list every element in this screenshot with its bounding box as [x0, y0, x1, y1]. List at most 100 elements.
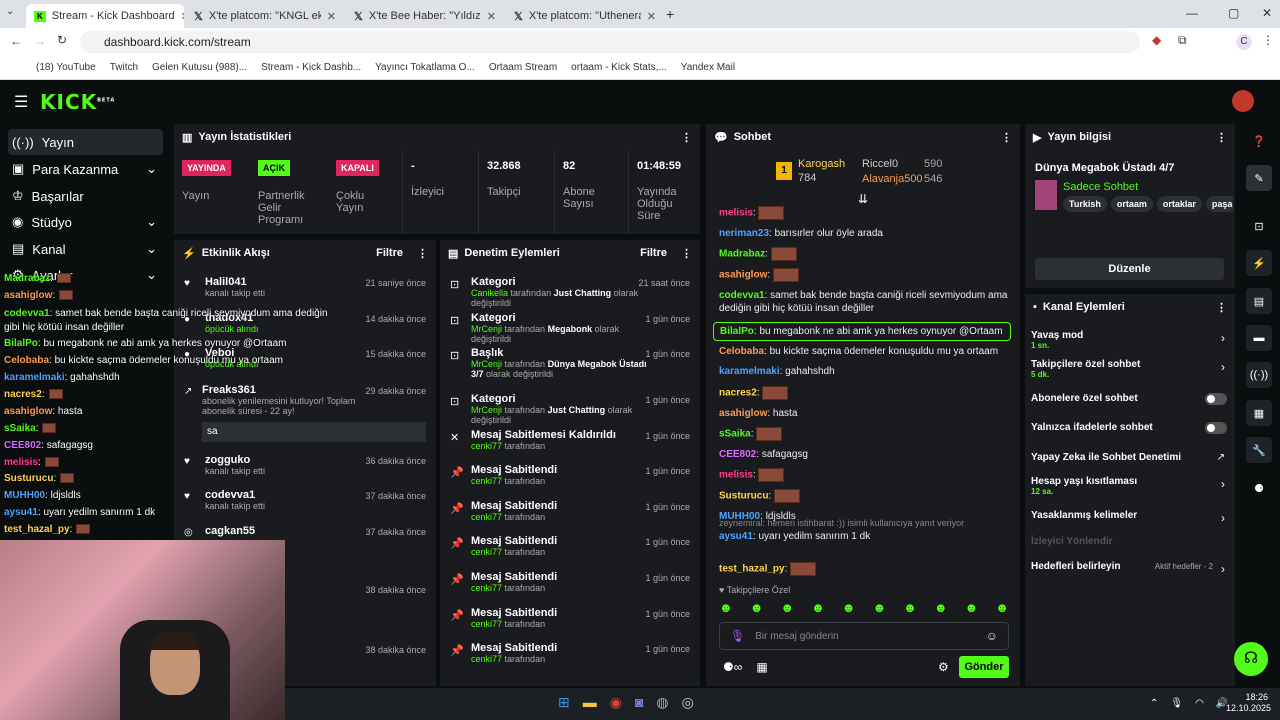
- emote-icon[interactable]: ☻: [903, 600, 917, 615]
- sidebar-item-yayin[interactable]: ((·)) Yayın: [8, 129, 163, 155]
- more-icon[interactable]: ⋮: [1216, 301, 1227, 314]
- tag[interactable]: ortaam: [1110, 196, 1153, 212]
- moderator-name[interactable]: Canikella: [471, 288, 508, 298]
- moderator-name[interactable]: cenki77: [471, 512, 502, 522]
- sidebar-item-kanal[interactable]: ▤ Kanal ⌄: [8, 236, 163, 262]
- filter-button[interactable]: Filtre: [640, 247, 667, 259]
- emote-icon[interactable]: ☻: [719, 600, 733, 615]
- chat-username[interactable]: test_hazal_py: [719, 564, 785, 575]
- clock[interactable]: 18:26 12.10.2025: [1226, 692, 1271, 714]
- tag[interactable]: Turkish: [1063, 196, 1107, 212]
- chat-username[interactable]: Madrabaz: [719, 249, 765, 260]
- store-icon[interactable]: ▦: [756, 660, 767, 674]
- chat-settings-icon[interactable]: ⚙: [938, 660, 949, 674]
- tab-search-button[interactable]: ⌄: [6, 6, 22, 22]
- close-icon[interactable]: ✕: [647, 10, 656, 23]
- bookmark-3[interactable]: Stream - Kick Dashb...: [261, 62, 361, 73]
- chat-username[interactable]: asahiglow: [719, 408, 767, 419]
- sidebar-item-basarilar[interactable]: ♔ Başarılar: [8, 183, 163, 209]
- chat-username[interactable]: Celobaba: [719, 346, 764, 357]
- moderator-name[interactable]: cenki77: [471, 654, 502, 664]
- minimize-button[interactable]: —: [1186, 6, 1198, 20]
- chevron-up-icon[interactable]: ⌃: [1150, 698, 1158, 709]
- channel-action-item[interactable]: Hesap yaşı kısıtlaması 12 sa. ›: [1031, 476, 1227, 498]
- chat-username[interactable]: Susturucu: [719, 491, 768, 502]
- emote-icon[interactable]: ☻: [934, 600, 948, 615]
- browser-tab-0[interactable]: KStream - Kick Dashboard✕: [26, 4, 184, 28]
- wifi-icon[interactable]: ◠: [1195, 698, 1204, 709]
- bookmark-4[interactable]: Yayıncı Tokatlama O...: [375, 62, 475, 73]
- maximize-button[interactable]: ▢: [1228, 6, 1239, 20]
- chat-username[interactable]: CEE802: [719, 449, 756, 460]
- back-icon[interactable]: ←: [10, 34, 22, 48]
- moderator-name[interactable]: cenki77: [471, 476, 502, 486]
- chat-username[interactable]: karamelmaki: [719, 366, 780, 377]
- extension-icon[interactable]: ◆: [1152, 33, 1161, 47]
- bookmark-1[interactable]: Twitch: [110, 62, 138, 73]
- browser-tab-3[interactable]: 𝕏X'te platcom: "Uthenera, KNGL...✕: [506, 4, 664, 28]
- bookmark-5[interactable]: Ortaam Stream: [489, 62, 557, 73]
- clipboard-icon[interactable]: ▤: [1246, 288, 1272, 314]
- sidebar-item-studyo[interactable]: ◉ Stüdyo ⌄: [8, 209, 163, 235]
- chat-username[interactable]: BilalPo: [720, 326, 754, 337]
- channel-action-item[interactable]: Yalnızca ifadelerle sohbet: [1031, 422, 1227, 444]
- points-icon[interactable]: ⚈∞: [723, 660, 742, 674]
- emote-icon[interactable]: ☻: [995, 600, 1009, 615]
- moderator-name[interactable]: MrCenji: [471, 405, 502, 415]
- chat-username[interactable]: asahiglow: [719, 270, 767, 281]
- channel-action-item[interactable]: Abonelere özel sohbet: [1031, 393, 1227, 415]
- category-name[interactable]: Sadece Sohbet: [1063, 181, 1138, 193]
- emote-icon[interactable]: ☻: [750, 600, 764, 615]
- more-icon[interactable]: ⋮: [417, 247, 428, 260]
- emote-icon[interactable]: ☻: [965, 600, 979, 615]
- channel-action-item[interactable]: Hedefleri belirleyin Aktif hedefler - 2 ›: [1031, 561, 1227, 583]
- more-icon[interactable]: ⋮: [681, 247, 692, 260]
- forward-icon[interactable]: →: [34, 34, 46, 48]
- close-icon[interactable]: ✕: [327, 10, 336, 23]
- edit-button[interactable]: Düzenle: [1035, 258, 1224, 280]
- reload-icon[interactable]: ↻: [57, 33, 67, 47]
- mic-tray-icon[interactable]: 🎙: [1170, 698, 1183, 709]
- emote-icon[interactable]: ☻: [842, 600, 856, 615]
- channel-action-item[interactable]: İzleyici Yönlendir: [1031, 536, 1227, 558]
- crop-icon[interactable]: ⊡: [1246, 213, 1272, 239]
- scroll-down-icon[interactable]: ⇊: [858, 192, 868, 206]
- moderator-name[interactable]: cenki77: [471, 619, 502, 629]
- channel-action-item[interactable]: Yapay Zeka ile Sohbet Denetimi ↗: [1031, 452, 1227, 474]
- chat-input[interactable]: 🎙 Bir mesaj gönderin ☺: [719, 622, 1009, 650]
- profile-avatar[interactable]: C: [1236, 34, 1252, 50]
- file-explorer-icon[interactable]: ▬: [583, 694, 597, 711]
- channel-action-item[interactable]: Yasaklanmış kelimeler ›: [1031, 510, 1227, 532]
- chat-username[interactable]: codevva1: [719, 290, 765, 301]
- channel-action-item[interactable]: Takipçilere özel sohbet 5 dk. ›: [1031, 359, 1227, 381]
- more-icon[interactable]: ⋮: [1216, 131, 1227, 144]
- url-field[interactable]: dashboard.kick.com/stream: [80, 31, 1140, 53]
- emote-icon[interactable]: ☻: [872, 600, 886, 615]
- user-avatar[interactable]: [1232, 90, 1254, 112]
- browser-tab-1[interactable]: 𝕏X'te platcom: "KNGL ekibiyle g...✕: [186, 4, 344, 28]
- tag[interactable]: paşala: [1205, 196, 1233, 212]
- emote-icon[interactable]: ☻: [811, 600, 825, 615]
- toggle-switch[interactable]: [1205, 422, 1227, 434]
- send-button[interactable]: Gönder: [959, 656, 1009, 678]
- chrome-icon[interactable]: ◉: [610, 694, 622, 711]
- extensions-puzzle-icon[interactable]: ⧉: [1178, 33, 1187, 48]
- gift-icon[interactable]: ⚈: [1246, 475, 1272, 501]
- moderator-name[interactable]: MrCenji: [471, 359, 502, 369]
- chat-username[interactable]: sSaika: [719, 429, 751, 440]
- chat-username[interactable]: melisis: [719, 208, 753, 219]
- tag[interactable]: ortaklar: [1156, 196, 1202, 212]
- filter-button[interactable]: Filtre: [376, 247, 403, 259]
- broadcast-icon[interactable]: ((·)): [1246, 362, 1272, 388]
- lightning-icon[interactable]: ⚡: [1246, 250, 1272, 276]
- help-icon[interactable]: ❓: [1246, 128, 1272, 154]
- menu-icon[interactable]: ⋮: [1262, 33, 1274, 47]
- emote-icon[interactable]: ☻: [780, 600, 794, 615]
- hamburger-icon[interactable]: ☰: [14, 92, 28, 112]
- bookmark-6[interactable]: ortaam - Kick Stats,...: [571, 62, 667, 73]
- browser-tab-2[interactable]: 𝕏X'te Bee Haber: "Yıldız Tilbe, m...✕: [346, 4, 504, 28]
- emoji-icon[interactable]: ☺: [986, 629, 998, 643]
- channel-action-item[interactable]: Yavaş mod 1 sn. ›: [1031, 330, 1227, 352]
- close-icon[interactable]: ✕: [181, 10, 184, 23]
- bookmark-0[interactable]: (18) YouTube: [36, 62, 96, 73]
